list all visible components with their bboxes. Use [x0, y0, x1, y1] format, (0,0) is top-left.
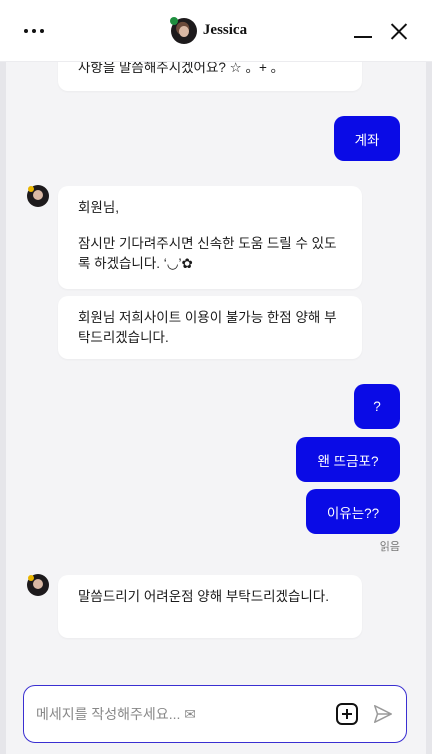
user-message: 계좌 — [334, 116, 400, 161]
message-text: 계좌 — [354, 132, 380, 148]
message-text: 말씀드리기 어려운점 양해 부탁드리겠습니다. — [78, 589, 329, 604]
bot-message: 말씀드리기 어려운점 양해 부탁드리겠습니다. — [58, 575, 362, 638]
bot-avatar-icon — [27, 185, 49, 207]
bot-avatar-icon — [27, 574, 49, 596]
message-input[interactable] — [36, 706, 336, 722]
chat-frame — [0, 0, 432, 754]
agent-title: Jessica — [169, 16, 248, 44]
message-text: 왠 뜨금포? — [317, 453, 379, 469]
message-line: 회원님, — [78, 200, 120, 215]
minimize-icon[interactable] — [353, 35, 372, 38]
bot-message: 회원님, 잠시만 기다려주시면 신속한 도움 드릴 수 있도록 하겠습니다. ‘… — [58, 186, 362, 289]
close-icon[interactable] — [390, 22, 408, 40]
agent-name: Jessica — [202, 22, 248, 38]
user-message: 왠 뜨금포? — [296, 437, 400, 482]
add-attachment-icon[interactable] — [336, 703, 358, 725]
read-receipt: 읽음 — [379, 541, 400, 553]
message-line: 잠시만 기다려주시면 신속한 도움 드릴 수 있도록 하겠습니다. ‘◡’✿ — [78, 236, 337, 271]
message-composer — [23, 685, 407, 743]
message-text: ? — [373, 399, 381, 414]
message-text: 사항을 말씀해주시겠어요? ☆ 。+ 。 — [78, 60, 285, 75]
send-icon[interactable] — [372, 703, 394, 725]
message-text: 이유는?? — [326, 505, 380, 521]
more-horizontal-icon[interactable] — [24, 28, 64, 33]
chat-header: Jessica — [0, 0, 432, 62]
agent-avatar — [169, 16, 197, 44]
message-text: 회원님 저희사이트 이용이 불가능 한점 양해 부탁드리겠습니다. — [78, 310, 337, 345]
bot-message: 회원님 저희사이트 이용이 불가능 한점 양해 부탁드리겠습니다. — [58, 296, 362, 359]
header-actions — [353, 22, 408, 40]
user-message: ? — [354, 384, 400, 429]
user-message: 이유는?? — [306, 489, 400, 534]
